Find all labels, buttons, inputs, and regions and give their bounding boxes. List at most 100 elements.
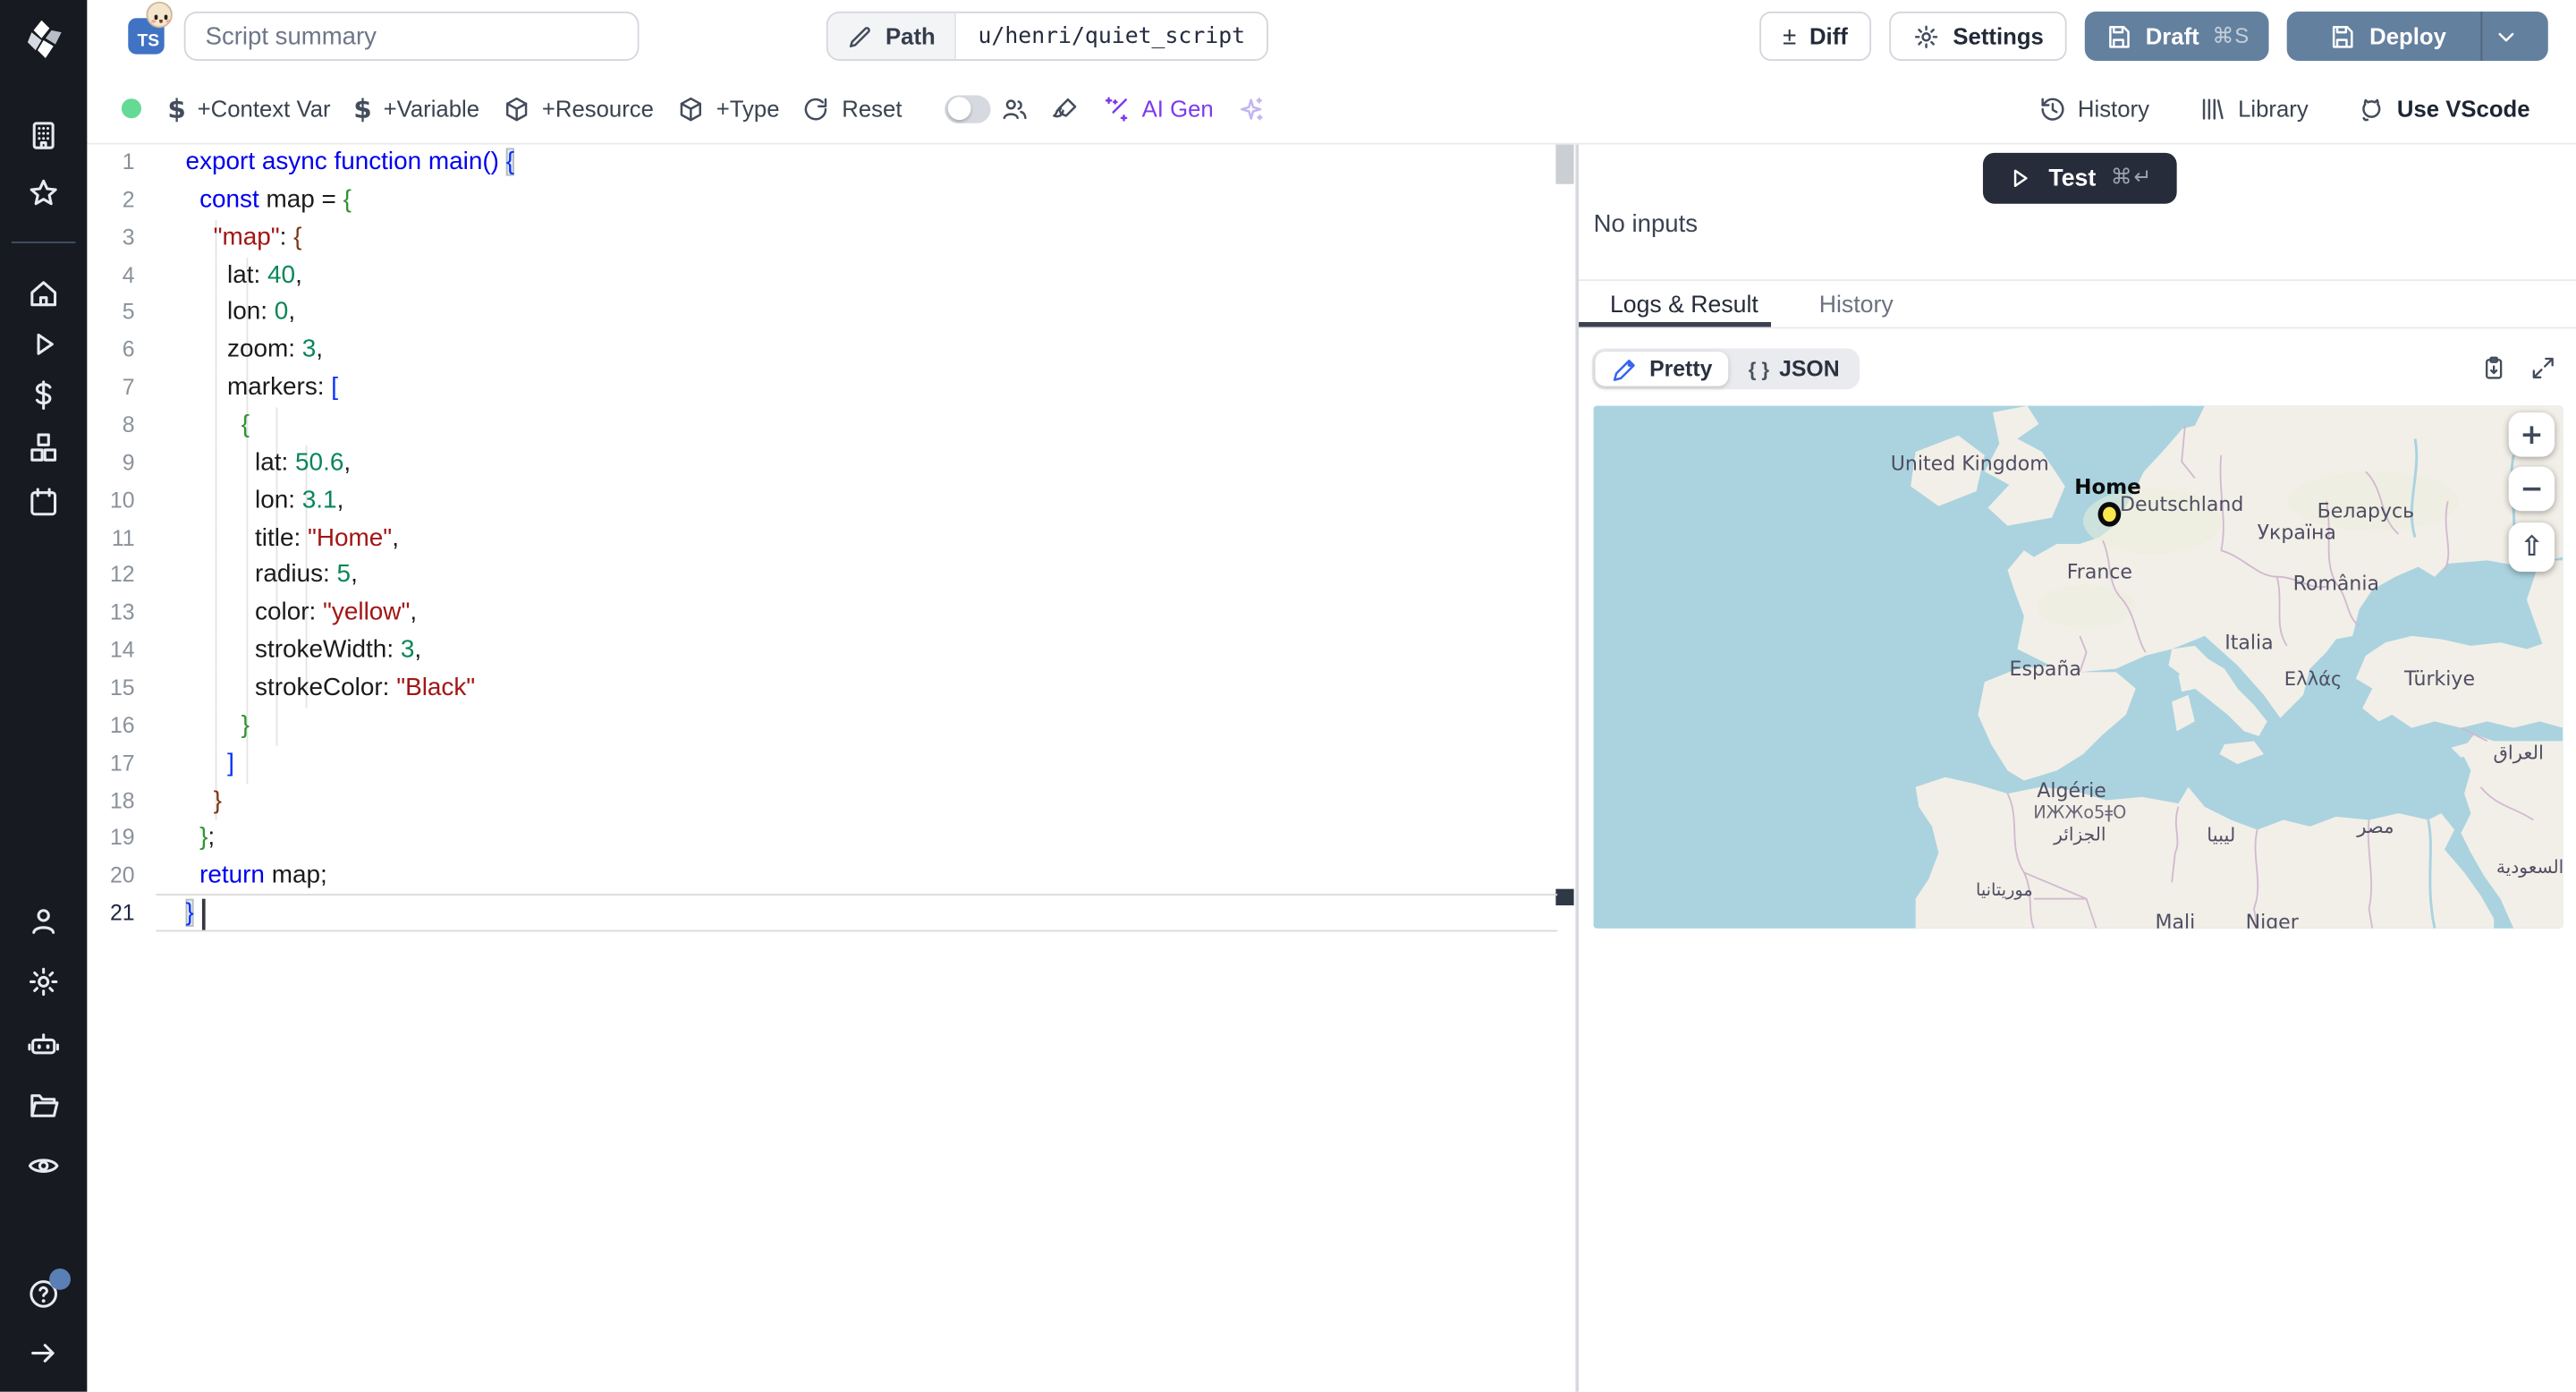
add-context-var-button[interactable]: $ +Context Var [167,93,330,124]
code-line[interactable]: 14 strokeWidth: 3, [87,632,1575,671]
library-icon [2199,95,2226,123]
map-country-label: Україна [2257,521,2336,544]
sidebar-item-folders[interactable] [26,1088,61,1123]
code-line[interactable]: 18 } [87,783,1575,821]
sidebar-expand-button[interactable] [26,1336,61,1371]
copy-result-icon[interactable] [2480,355,2508,383]
script-summary-input[interactable] [183,11,640,61]
add-resource-button[interactable]: +Resource [503,95,654,123]
sidebar-item-workers[interactable] [26,1027,61,1062]
sidebar-item-audit-logs[interactable] [26,1149,61,1184]
sidebar-item-settings[interactable] [26,964,61,999]
tab-history[interactable]: History [1819,293,1894,318]
code-line[interactable]: 20 return map; [87,858,1575,895]
map-country-label: United Kingdom [1890,452,2049,475]
line-number: 3 [122,225,135,250]
code-line[interactable]: 6 zoom: 3, [87,332,1575,370]
code-text: lat: 40, [185,260,302,289]
code-line[interactable]: 17 ] [87,745,1575,784]
panel-divider [1579,279,2576,282]
settings-button[interactable]: Settings [1888,11,2067,61]
add-type-button[interactable]: +Type [677,95,779,123]
code-line[interactable]: 16 } [87,708,1575,746]
tab-logs-result[interactable]: Logs & Result [1610,293,1758,318]
code-line[interactable]: 12 radius: 5, [87,557,1575,596]
path-widget[interactable]: Path u/henri/quiet_script [826,11,1268,61]
sidebar-item-schedules[interactable] [26,485,61,520]
code-line[interactable]: 7 markers: [ [87,369,1575,408]
code-line[interactable]: 2 const map = { [87,182,1575,220]
users-icon[interactable] [1001,95,1029,123]
test-shortcut: ⌘↵ [2110,166,2154,191]
result-view-switcher: Pretty { } JSON [1591,348,1860,390]
diff-button[interactable]: ± Diff [1759,11,1871,61]
plus-minus-icon: ± [1783,21,1797,51]
line-number: 15 [110,675,135,700]
sidebar-item-account[interactable] [26,904,61,938]
code-line[interactable]: 10 lon: 3.1, [87,482,1575,521]
expand-result-icon[interactable] [2530,355,2558,383]
result-map[interactable]: + − ⇧ United Kingdom Беларусь Home Deutschl… [1593,405,2563,929]
pretty-view-button[interactable]: Pretty [1595,352,1729,386]
code-line[interactable]: 15 strokeColor: "Black" [87,670,1575,709]
code-line[interactable]: 8 { [87,407,1575,446]
map-country-label: السعودية [2496,856,2563,878]
line-number: 1 [122,149,135,174]
draft-button[interactable]: Draft ⌘S [2084,11,2270,61]
code-line[interactable]: 3 "map": { [87,219,1575,258]
text-cursor [202,898,206,930]
collab-toggle[interactable] [945,94,991,123]
map-country-label: España [2009,657,2081,681]
map-country-label: ليبيا [2207,823,2236,846]
map-marker-home[interactable] [2097,502,2122,527]
play-icon [2006,165,2034,192]
line-number: 21 [110,900,135,926]
reset-button[interactable]: Reset [802,95,902,123]
code-line[interactable]: 21} [87,894,1575,933]
deploy-button[interactable]: Deploy [2287,11,2548,61]
map-zoom-in-button[interactable]: + [2508,412,2555,457]
code-line[interactable]: 11 title: "Home", [87,520,1575,558]
code-text: return map; [199,861,327,890]
format-brush-icon[interactable] [1052,95,1080,123]
code-line[interactable]: 1 export async function main() { [87,145,1575,182]
code-text: lat: 50.6, [185,448,352,477]
test-button[interactable]: Test ⌘↵ [1982,152,2177,204]
line-number: 11 [111,524,135,550]
ai-gen-button[interactable]: AI Gen [1103,95,1214,123]
sidebar-item-resources[interactable] [26,430,61,465]
topbar: TS Path u/henri/quiet_script ± Diff Sett… [87,0,2576,74]
code-line[interactable]: 4 lat: 40, [87,257,1575,295]
code-line[interactable]: 19 }; [87,820,1575,858]
windmill-logo[interactable] [20,16,67,64]
map-country-label: Ελλάς [2284,666,2343,691]
sidebar-item-runs[interactable] [26,327,61,362]
dollar-icon: $ [167,92,186,124]
line-number: 2 [122,187,135,212]
code-text: { [241,411,250,439]
sidebar-item-home[interactable] [26,276,61,311]
map-reset-view-button[interactable]: ⇧ [2508,522,2555,573]
deploy-dropdown-button[interactable] [2480,11,2528,61]
package-icon [677,95,705,123]
code-editor[interactable]: 1 export async function main() {2 const m… [87,144,1576,1392]
use-vscode-button[interactable]: Use VScode [2358,95,2530,123]
reset-icon [802,95,830,123]
code-line[interactable]: 13 color: "yellow", [87,595,1575,633]
indent-guide [245,745,248,784]
code-line[interactable]: 5 lon: 0, [87,294,1575,333]
library-button[interactable]: Library [2199,95,2309,123]
sidebar-item-favorites[interactable] [26,176,61,211]
history-button[interactable]: History [2038,95,2149,123]
json-view-button[interactable]: { } JSON [1732,352,1856,386]
add-variable-button[interactable]: $ +Variable [353,93,479,124]
map-zoom-out-button[interactable]: − [2508,466,2555,512]
path-value[interactable]: u/henri/quiet_script [957,13,1267,59]
help-notification-dot [49,1268,71,1290]
sidebar-item-workspace[interactable] [26,118,61,153]
map-country-label: الجزائر [2054,824,2106,845]
code-line[interactable]: 9 lat: 50.6, [87,445,1575,483]
ai-sparkles-icon[interactable] [1236,95,1264,123]
tabs-bottom-border [1579,326,2576,328]
sidebar-item-variables[interactable] [26,378,61,412]
